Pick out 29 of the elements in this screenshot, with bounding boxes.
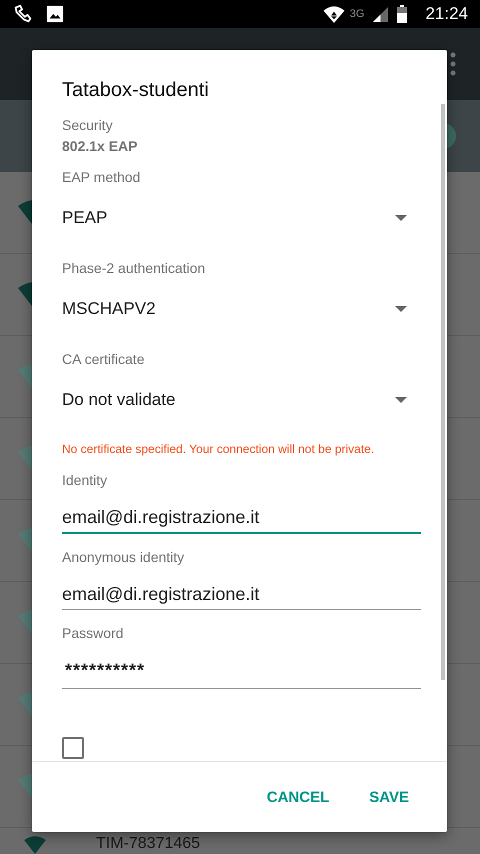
input-field[interactable]: email@di.registrazione.it <box>62 582 421 610</box>
dropdown[interactable]: Do not validate <box>62 376 421 424</box>
save-button[interactable]: SAVE <box>353 778 425 816</box>
dialog-title: Tatabox-studenti <box>62 78 210 103</box>
dropdown[interactable]: MSCHAPV2 <box>62 285 421 333</box>
field-label: EAP method <box>62 168 142 186</box>
security-value: 802.1x EAP <box>62 137 138 155</box>
password-field[interactable]: ********** <box>62 658 421 689</box>
caret-icon <box>395 215 407 221</box>
more-icon[interactable] <box>450 52 456 76</box>
field-label: Password <box>62 624 124 642</box>
network-type: 3G <box>350 8 364 20</box>
clock: 21:24 <box>425 4 468 24</box>
warning-text: No certificate specified. Your connection will not be private. <box>62 441 376 457</box>
checkbox[interactable] <box>62 737 84 759</box>
cancel-button[interactable]: CANCEL <box>250 778 346 816</box>
image-icon <box>46 5 64 23</box>
field-label: Identity <box>62 471 108 489</box>
caret-icon <box>395 397 407 403</box>
signal-icon <box>372 6 390 22</box>
field-label: CA certificate <box>62 350 146 368</box>
field-label: Phase-2 authentication <box>62 259 206 277</box>
wifi-icon <box>322 4 346 24</box>
battery-icon <box>397 5 408 23</box>
dropdown[interactable]: PEAP <box>62 194 421 242</box>
caret-icon <box>395 306 407 312</box>
field-label: Anonymous identity <box>62 548 186 566</box>
field-label: Security <box>62 116 114 134</box>
input-field[interactable]: email@di.registrazione.it <box>62 505 421 534</box>
